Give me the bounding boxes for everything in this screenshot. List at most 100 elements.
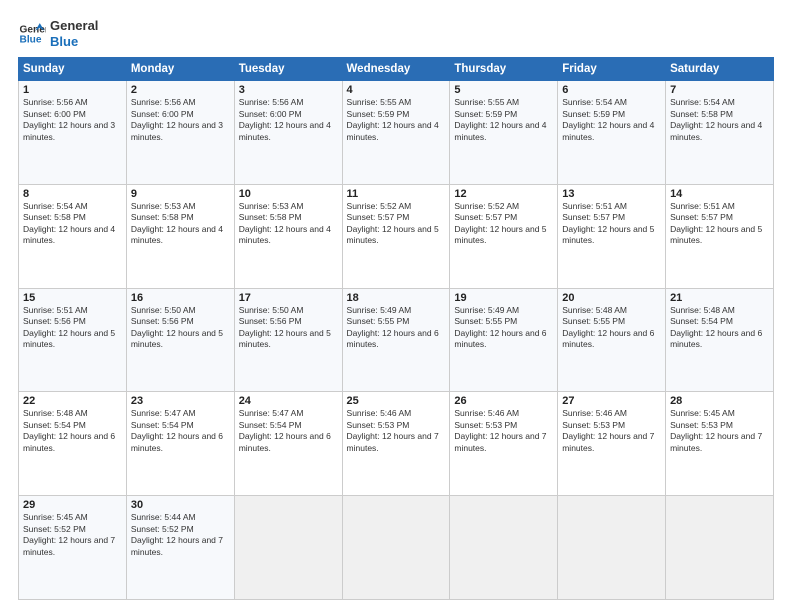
day-cell: 9Sunrise: 5:53 AMSunset: 5:58 PMDaylight… <box>126 184 234 288</box>
day-cell: 26Sunrise: 5:46 AMSunset: 5:53 PMDayligh… <box>450 392 558 496</box>
day-info: Sunrise: 5:47 AMSunset: 5:54 PMDaylight:… <box>131 408 223 452</box>
logo-icon: General Blue <box>18 20 46 48</box>
day-number: 13 <box>562 188 661 200</box>
day-info: Sunrise: 5:49 AMSunset: 5:55 PMDaylight:… <box>454 305 546 349</box>
day-cell: 17Sunrise: 5:50 AMSunset: 5:56 PMDayligh… <box>234 288 342 392</box>
day-number: 17 <box>239 292 338 304</box>
day-info: Sunrise: 5:55 AMSunset: 5:59 PMDaylight:… <box>454 97 546 141</box>
day-header-sunday: Sunday <box>19 58 127 81</box>
day-info: Sunrise: 5:47 AMSunset: 5:54 PMDaylight:… <box>239 408 331 452</box>
day-header-wednesday: Wednesday <box>342 58 450 81</box>
day-number: 7 <box>670 84 769 96</box>
day-cell: 19Sunrise: 5:49 AMSunset: 5:55 PMDayligh… <box>450 288 558 392</box>
day-cell: 27Sunrise: 5:46 AMSunset: 5:53 PMDayligh… <box>558 392 666 496</box>
day-number: 21 <box>670 292 769 304</box>
day-cell <box>450 496 558 600</box>
day-cell <box>558 496 666 600</box>
day-header-thursday: Thursday <box>450 58 558 81</box>
day-cell: 29Sunrise: 5:45 AMSunset: 5:52 PMDayligh… <box>19 496 127 600</box>
day-cell: 23Sunrise: 5:47 AMSunset: 5:54 PMDayligh… <box>126 392 234 496</box>
day-number: 15 <box>23 292 122 304</box>
day-info: Sunrise: 5:46 AMSunset: 5:53 PMDaylight:… <box>562 408 654 452</box>
svg-text:Blue: Blue <box>20 34 42 45</box>
day-number: 12 <box>454 188 553 200</box>
day-cell: 22Sunrise: 5:48 AMSunset: 5:54 PMDayligh… <box>19 392 127 496</box>
day-cell: 4Sunrise: 5:55 AMSunset: 5:59 PMDaylight… <box>342 81 450 185</box>
day-info: Sunrise: 5:46 AMSunset: 5:53 PMDaylight:… <box>347 408 439 452</box>
day-header-monday: Monday <box>126 58 234 81</box>
day-number: 1 <box>23 84 122 96</box>
week-row: 22Sunrise: 5:48 AMSunset: 5:54 PMDayligh… <box>19 392 774 496</box>
day-number: 6 <box>562 84 661 96</box>
day-cell: 13Sunrise: 5:51 AMSunset: 5:57 PMDayligh… <box>558 184 666 288</box>
day-header-tuesday: Tuesday <box>234 58 342 81</box>
day-header-row: SundayMondayTuesdayWednesdayThursdayFrid… <box>19 58 774 81</box>
day-cell: 1Sunrise: 5:56 AMSunset: 6:00 PMDaylight… <box>19 81 127 185</box>
week-row: 15Sunrise: 5:51 AMSunset: 5:56 PMDayligh… <box>19 288 774 392</box>
day-info: Sunrise: 5:48 AMSunset: 5:54 PMDaylight:… <box>670 305 762 349</box>
day-cell: 14Sunrise: 5:51 AMSunset: 5:57 PMDayligh… <box>666 184 774 288</box>
day-info: Sunrise: 5:51 AMSunset: 5:56 PMDaylight:… <box>23 305 115 349</box>
day-info: Sunrise: 5:56 AMSunset: 6:00 PMDaylight:… <box>23 97 115 141</box>
day-cell: 8Sunrise: 5:54 AMSunset: 5:58 PMDaylight… <box>19 184 127 288</box>
day-number: 22 <box>23 395 122 407</box>
day-info: Sunrise: 5:54 AMSunset: 5:58 PMDaylight:… <box>670 97 762 141</box>
day-number: 27 <box>562 395 661 407</box>
day-info: Sunrise: 5:45 AMSunset: 5:53 PMDaylight:… <box>670 408 762 452</box>
week-row: 1Sunrise: 5:56 AMSunset: 6:00 PMDaylight… <box>19 81 774 185</box>
day-info: Sunrise: 5:44 AMSunset: 5:52 PMDaylight:… <box>131 512 223 556</box>
day-cell: 6Sunrise: 5:54 AMSunset: 5:59 PMDaylight… <box>558 81 666 185</box>
day-cell: 18Sunrise: 5:49 AMSunset: 5:55 PMDayligh… <box>342 288 450 392</box>
day-cell: 21Sunrise: 5:48 AMSunset: 5:54 PMDayligh… <box>666 288 774 392</box>
day-number: 5 <box>454 84 553 96</box>
week-row: 8Sunrise: 5:54 AMSunset: 5:58 PMDaylight… <box>19 184 774 288</box>
day-number: 26 <box>454 395 553 407</box>
day-info: Sunrise: 5:53 AMSunset: 5:58 PMDaylight:… <box>131 201 223 245</box>
day-number: 24 <box>239 395 338 407</box>
day-cell: 15Sunrise: 5:51 AMSunset: 5:56 PMDayligh… <box>19 288 127 392</box>
day-info: Sunrise: 5:54 AMSunset: 5:59 PMDaylight:… <box>562 97 654 141</box>
day-cell: 25Sunrise: 5:46 AMSunset: 5:53 PMDayligh… <box>342 392 450 496</box>
day-number: 25 <box>347 395 446 407</box>
day-number: 29 <box>23 499 122 511</box>
day-cell: 28Sunrise: 5:45 AMSunset: 5:53 PMDayligh… <box>666 392 774 496</box>
day-cell: 2Sunrise: 5:56 AMSunset: 6:00 PMDaylight… <box>126 81 234 185</box>
day-cell <box>342 496 450 600</box>
header: General Blue General Blue <box>18 18 774 49</box>
day-cell: 11Sunrise: 5:52 AMSunset: 5:57 PMDayligh… <box>342 184 450 288</box>
day-cell: 10Sunrise: 5:53 AMSunset: 5:58 PMDayligh… <box>234 184 342 288</box>
day-number: 9 <box>131 188 230 200</box>
day-info: Sunrise: 5:54 AMSunset: 5:58 PMDaylight:… <box>23 201 115 245</box>
page: General Blue General Blue SundayMondayTu… <box>0 0 792 612</box>
day-number: 10 <box>239 188 338 200</box>
day-cell: 16Sunrise: 5:50 AMSunset: 5:56 PMDayligh… <box>126 288 234 392</box>
day-cell: 5Sunrise: 5:55 AMSunset: 5:59 PMDaylight… <box>450 81 558 185</box>
day-cell <box>234 496 342 600</box>
day-number: 23 <box>131 395 230 407</box>
day-info: Sunrise: 5:51 AMSunset: 5:57 PMDaylight:… <box>670 201 762 245</box>
day-cell: 3Sunrise: 5:56 AMSunset: 6:00 PMDaylight… <box>234 81 342 185</box>
day-info: Sunrise: 5:55 AMSunset: 5:59 PMDaylight:… <box>347 97 439 141</box>
day-number: 28 <box>670 395 769 407</box>
day-info: Sunrise: 5:50 AMSunset: 5:56 PMDaylight:… <box>239 305 331 349</box>
day-info: Sunrise: 5:49 AMSunset: 5:55 PMDaylight:… <box>347 305 439 349</box>
day-cell <box>666 496 774 600</box>
day-header-saturday: Saturday <box>666 58 774 81</box>
day-number: 4 <box>347 84 446 96</box>
day-info: Sunrise: 5:56 AMSunset: 6:00 PMDaylight:… <box>131 97 223 141</box>
day-info: Sunrise: 5:56 AMSunset: 6:00 PMDaylight:… <box>239 97 331 141</box>
week-row: 29Sunrise: 5:45 AMSunset: 5:52 PMDayligh… <box>19 496 774 600</box>
logo-blue: Blue <box>50 34 98 50</box>
day-info: Sunrise: 5:53 AMSunset: 5:58 PMDaylight:… <box>239 201 331 245</box>
day-info: Sunrise: 5:46 AMSunset: 5:53 PMDaylight:… <box>454 408 546 452</box>
day-header-friday: Friday <box>558 58 666 81</box>
day-number: 20 <box>562 292 661 304</box>
day-cell: 24Sunrise: 5:47 AMSunset: 5:54 PMDayligh… <box>234 392 342 496</box>
day-info: Sunrise: 5:45 AMSunset: 5:52 PMDaylight:… <box>23 512 115 556</box>
day-number: 19 <box>454 292 553 304</box>
day-info: Sunrise: 5:50 AMSunset: 5:56 PMDaylight:… <box>131 305 223 349</box>
day-info: Sunrise: 5:51 AMSunset: 5:57 PMDaylight:… <box>562 201 654 245</box>
day-number: 14 <box>670 188 769 200</box>
day-number: 16 <box>131 292 230 304</box>
day-info: Sunrise: 5:52 AMSunset: 5:57 PMDaylight:… <box>454 201 546 245</box>
